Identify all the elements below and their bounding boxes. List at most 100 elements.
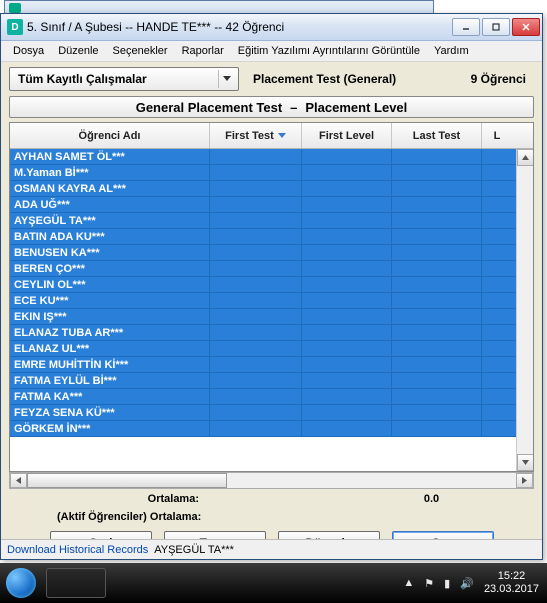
table-row[interactable]: AYŞEGÜL TA*** bbox=[10, 213, 516, 229]
cell-last-test bbox=[392, 357, 482, 372]
cell-first-level bbox=[302, 165, 392, 180]
cell-last-test bbox=[392, 213, 482, 228]
cell-first-level bbox=[302, 293, 392, 308]
table-row[interactable]: BEREN ÇO*** bbox=[10, 261, 516, 277]
scroll-left-button[interactable] bbox=[10, 473, 27, 488]
table-row[interactable]: EKIN IŞ*** bbox=[10, 309, 516, 325]
menu-view-details[interactable]: Eğitim Yazılımı Ayrıntılarını Görüntüle bbox=[232, 43, 426, 59]
cell-name: FEYZA SENA KÜ*** bbox=[10, 405, 210, 420]
network-icon[interactable]: ▮ bbox=[444, 577, 450, 590]
cell-last-test bbox=[392, 229, 482, 244]
rows-container[interactable]: AYHAN SAMET ÖL***M.Yaman Bİ***OSMAN KAYR… bbox=[10, 149, 516, 471]
cell-first-level bbox=[302, 213, 392, 228]
table-row[interactable]: FATMA KA*** bbox=[10, 389, 516, 405]
cell-name: OSMAN KAYRA AL*** bbox=[10, 181, 210, 196]
clock[interactable]: 15:22 23.03.2017 bbox=[484, 570, 539, 596]
flag-icon[interactable]: ⚑ bbox=[424, 577, 434, 590]
scroll-down-button[interactable] bbox=[517, 454, 533, 471]
titlebar[interactable]: D 5. Sınıf / A Şubesi -- HANDE TE*** -- … bbox=[1, 14, 542, 41]
table-row[interactable]: BENUSEN KA*** bbox=[10, 245, 516, 261]
cell-tail bbox=[482, 325, 516, 340]
scroll-right-button[interactable] bbox=[516, 473, 533, 488]
col-header-first-level[interactable]: First Level bbox=[302, 123, 392, 148]
menu-edit[interactable]: Düzenle bbox=[52, 43, 104, 59]
show-hidden-icons-icon[interactable]: ▲ bbox=[403, 577, 414, 589]
cell-first-level bbox=[302, 181, 392, 196]
cell-first-level bbox=[302, 421, 392, 436]
menu-options[interactable]: Seçenekler bbox=[107, 43, 174, 59]
col-header-first-test[interactable]: First Test bbox=[210, 123, 302, 148]
minimize-button[interactable] bbox=[452, 18, 480, 36]
table-row[interactable]: ADA UĞ*** bbox=[10, 197, 516, 213]
cell-first-level bbox=[302, 197, 392, 212]
cell-first-level bbox=[302, 341, 392, 356]
cell-name: BATIN ADA KU*** bbox=[10, 229, 210, 244]
download-records-link[interactable]: Download Historical Records bbox=[7, 544, 148, 556]
cell-first-test bbox=[210, 261, 302, 276]
cell-first-level bbox=[302, 405, 392, 420]
cell-tail bbox=[482, 165, 516, 180]
cell-first-test bbox=[210, 245, 302, 260]
cell-first-test bbox=[210, 405, 302, 420]
cell-first-level bbox=[302, 357, 392, 372]
cell-tail bbox=[482, 373, 516, 388]
menu-help[interactable]: Yardım bbox=[428, 43, 475, 59]
sort-desc-icon bbox=[278, 133, 286, 138]
table-row[interactable]: EMRE MUHİTTİN Kİ*** bbox=[10, 357, 516, 373]
cell-last-test bbox=[392, 197, 482, 212]
horizontal-scrollbar[interactable] bbox=[9, 472, 534, 489]
cell-tail bbox=[482, 149, 516, 164]
cell-tail bbox=[482, 389, 516, 404]
menu-file[interactable]: Dosya bbox=[7, 43, 50, 59]
table-row[interactable]: AYHAN SAMET ÖL*** bbox=[10, 149, 516, 165]
cell-last-test bbox=[392, 373, 482, 388]
cell-first-level bbox=[302, 245, 392, 260]
vertical-scrollbar[interactable] bbox=[516, 149, 533, 471]
start-button[interactable] bbox=[0, 563, 42, 603]
cell-first-level bbox=[302, 261, 392, 276]
cell-name: AYHAN SAMET ÖL*** bbox=[10, 149, 210, 164]
cell-first-level bbox=[302, 149, 392, 164]
cell-tail bbox=[482, 405, 516, 420]
taskbar-app-button[interactable] bbox=[46, 568, 106, 598]
table-row[interactable]: FATMA EYLÜL Bİ*** bbox=[10, 373, 516, 389]
grid-header: Öğrenci Adı First Test First Level Last … bbox=[10, 123, 533, 149]
scroll-thumb[interactable] bbox=[27, 473, 227, 488]
close-button[interactable] bbox=[512, 18, 540, 36]
table-row[interactable]: ECE KU*** bbox=[10, 293, 516, 309]
table-row[interactable]: ELANAZ TUBA AR*** bbox=[10, 325, 516, 341]
menu-reports[interactable]: Raporlar bbox=[176, 43, 230, 59]
col-header-last-test[interactable]: Last Test bbox=[392, 123, 482, 148]
cell-first-test bbox=[210, 229, 302, 244]
scroll-up-button[interactable] bbox=[517, 149, 533, 166]
cell-first-test bbox=[210, 213, 302, 228]
cell-tail bbox=[482, 245, 516, 260]
table-row[interactable]: FEYZA SENA KÜ*** bbox=[10, 405, 516, 421]
col-header-name[interactable]: Öğrenci Adı bbox=[10, 123, 210, 148]
system-tray: ▲ ⚑ ▮ 🔊 15:22 23.03.2017 bbox=[403, 570, 547, 596]
worksheets-combo[interactable]: Tüm Kayıtlı Çalışmalar bbox=[9, 67, 239, 91]
table-row[interactable]: BATIN ADA KU*** bbox=[10, 229, 516, 245]
cell-last-test bbox=[392, 421, 482, 436]
table-row[interactable]: GÖRKEM İN*** bbox=[10, 421, 516, 437]
table-row[interactable]: M.Yaman Bİ*** bbox=[10, 165, 516, 181]
table-row[interactable]: ELANAZ UL*** bbox=[10, 341, 516, 357]
clock-time: 15:22 bbox=[484, 570, 539, 583]
window-title: 5. Sınıf / A Şubesi -- HANDE TE*** -- 42… bbox=[27, 20, 452, 34]
volume-icon[interactable]: 🔊 bbox=[460, 577, 474, 590]
cell-first-test bbox=[210, 293, 302, 308]
table-row[interactable]: OSMAN KAYRA AL*** bbox=[10, 181, 516, 197]
maximize-button[interactable] bbox=[482, 18, 510, 36]
table-row[interactable]: CEYLIN OL*** bbox=[10, 277, 516, 293]
cell-first-test bbox=[210, 165, 302, 180]
cell-first-test bbox=[210, 421, 302, 436]
cell-last-test bbox=[392, 325, 482, 340]
cell-first-test bbox=[210, 341, 302, 356]
cell-tail bbox=[482, 277, 516, 292]
average-label: Ortalama: bbox=[9, 493, 209, 505]
cell-first-test bbox=[210, 309, 302, 324]
taskbar[interactable]: ▲ ⚑ ▮ 🔊 15:22 23.03.2017 bbox=[0, 563, 547, 603]
cell-first-test bbox=[210, 325, 302, 340]
cell-name: EMRE MUHİTTİN Kİ*** bbox=[10, 357, 210, 372]
col-header-last-partial[interactable]: L bbox=[482, 123, 512, 148]
